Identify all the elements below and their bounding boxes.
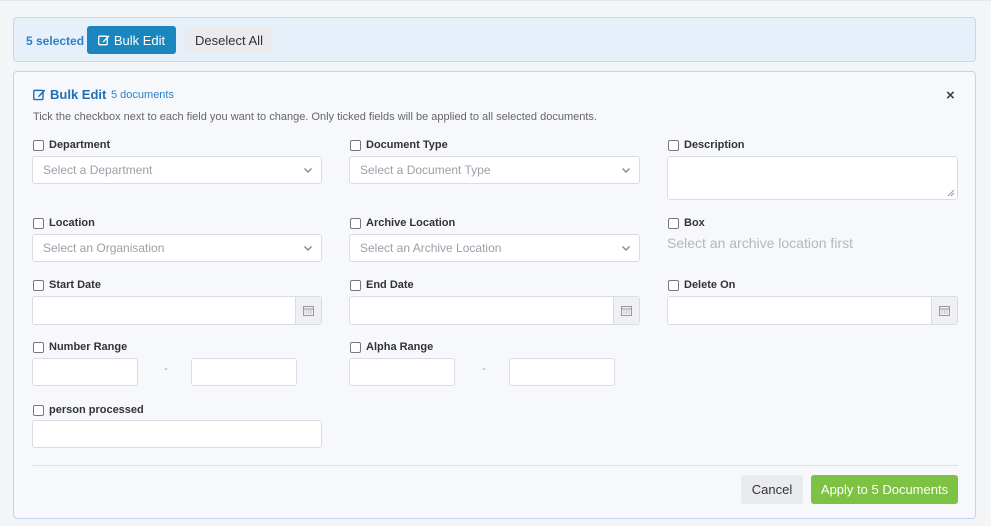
number-range-checkbox[interactable]	[33, 341, 44, 353]
box-hint: Select an archive location first	[667, 235, 853, 251]
description-textarea[interactable]	[667, 156, 958, 200]
department-select[interactable]: Select a Department	[32, 156, 322, 184]
number-range-label-text: Number Range	[49, 341, 128, 353]
bulk-edit-panel: Bulk Edit 5 documents × Tick the checkbo…	[13, 71, 976, 519]
chevron-down-icon	[622, 246, 630, 251]
deselect-all-button[interactable]: Deselect All	[185, 26, 273, 54]
alpha-range-from-input[interactable]	[349, 358, 455, 386]
chevron-down-icon	[304, 246, 312, 251]
location-label: Location	[33, 217, 95, 229]
delete-on-label-text: Delete On	[684, 279, 736, 291]
archive-location-placeholder: Select an Archive Location	[360, 241, 502, 255]
document-count: 5 documents	[111, 89, 174, 101]
location-select[interactable]: Select an Organisation	[32, 234, 322, 262]
document-type-checkbox[interactable]	[350, 139, 361, 151]
person-processed-input[interactable]	[32, 420, 322, 448]
top-divider	[0, 0, 991, 1]
alpha-range-label-text: Alpha Range	[366, 341, 434, 353]
box-checkbox[interactable]	[668, 217, 679, 229]
alpha-range-separator: -	[482, 363, 486, 375]
alpha-range-checkbox[interactable]	[350, 341, 361, 353]
apply-button[interactable]: Apply to 5 Documents	[811, 475, 958, 504]
document-type-select[interactable]: Select a Document Type	[349, 156, 640, 184]
description-checkbox[interactable]	[668, 139, 679, 151]
instructions: Tick the checkbox next to each field you…	[33, 111, 597, 123]
document-type-label: Document Type	[350, 139, 448, 151]
delete-on-label: Delete On	[668, 279, 735, 291]
number-range-label: Number Range	[33, 341, 127, 353]
panel-title: Bulk Edit	[33, 87, 106, 102]
number-range-to-input[interactable]	[191, 358, 297, 386]
start-date-checkbox[interactable]	[33, 279, 44, 291]
document-type-label-text: Document Type	[366, 139, 448, 151]
department-label-text: Department	[49, 139, 111, 151]
close-icon[interactable]: ×	[946, 87, 955, 104]
location-checkbox[interactable]	[33, 217, 44, 229]
bulk-edit-button[interactable]: Bulk Edit	[87, 26, 176, 54]
resize-grip-icon	[947, 189, 955, 197]
description-label-text: Description	[684, 139, 745, 151]
department-label: Department	[33, 139, 110, 151]
selection-bar: 5 selected Bulk Edit Deselect All	[13, 17, 976, 62]
location-placeholder: Select an Organisation	[43, 241, 165, 255]
delete-on-input[interactable]	[667, 296, 958, 325]
alpha-range-label: Alpha Range	[350, 341, 433, 353]
calendar-icon[interactable]	[295, 297, 321, 324]
archive-location-label-text: Archive Location	[366, 217, 456, 229]
panel-title-text: Bulk Edit	[50, 87, 107, 102]
cancel-button[interactable]: Cancel	[741, 475, 803, 504]
person-processed-label: person processed	[33, 404, 144, 416]
department-checkbox[interactable]	[33, 139, 44, 151]
archive-location-checkbox[interactable]	[350, 217, 361, 229]
chevron-down-icon	[304, 168, 312, 173]
person-processed-checkbox[interactable]	[33, 404, 44, 416]
edit-icon	[97, 35, 110, 46]
number-range-from-input[interactable]	[32, 358, 138, 386]
end-date-label: End Date	[350, 279, 414, 291]
alpha-range-to-input[interactable]	[509, 358, 615, 386]
start-date-input[interactable]	[32, 296, 322, 325]
location-label-text: Location	[49, 217, 95, 229]
chevron-down-icon	[622, 168, 630, 173]
box-label-text: Box	[684, 217, 705, 229]
selected-count: 5 selected	[26, 34, 85, 48]
person-processed-label-text: person processed	[49, 404, 144, 416]
footer-divider	[32, 465, 958, 466]
end-date-input[interactable]	[349, 296, 640, 325]
box-label: Box	[668, 217, 705, 229]
archive-location-label: Archive Location	[350, 217, 455, 229]
start-date-label: Start Date	[33, 279, 101, 291]
calendar-icon[interactable]	[931, 297, 957, 324]
edit-icon	[33, 89, 46, 101]
delete-on-checkbox[interactable]	[668, 279, 679, 291]
calendar-icon[interactable]	[613, 297, 639, 324]
archive-location-select[interactable]: Select an Archive Location	[349, 234, 640, 262]
department-placeholder: Select a Department	[43, 163, 153, 177]
number-range-separator: -	[164, 363, 168, 375]
end-date-label-text: End Date	[366, 279, 414, 291]
start-date-label-text: Start Date	[49, 279, 101, 291]
bulk-edit-label: Bulk Edit	[113, 32, 166, 48]
end-date-checkbox[interactable]	[350, 279, 361, 291]
description-label: Description	[668, 139, 745, 151]
document-type-placeholder: Select a Document Type	[360, 163, 491, 177]
